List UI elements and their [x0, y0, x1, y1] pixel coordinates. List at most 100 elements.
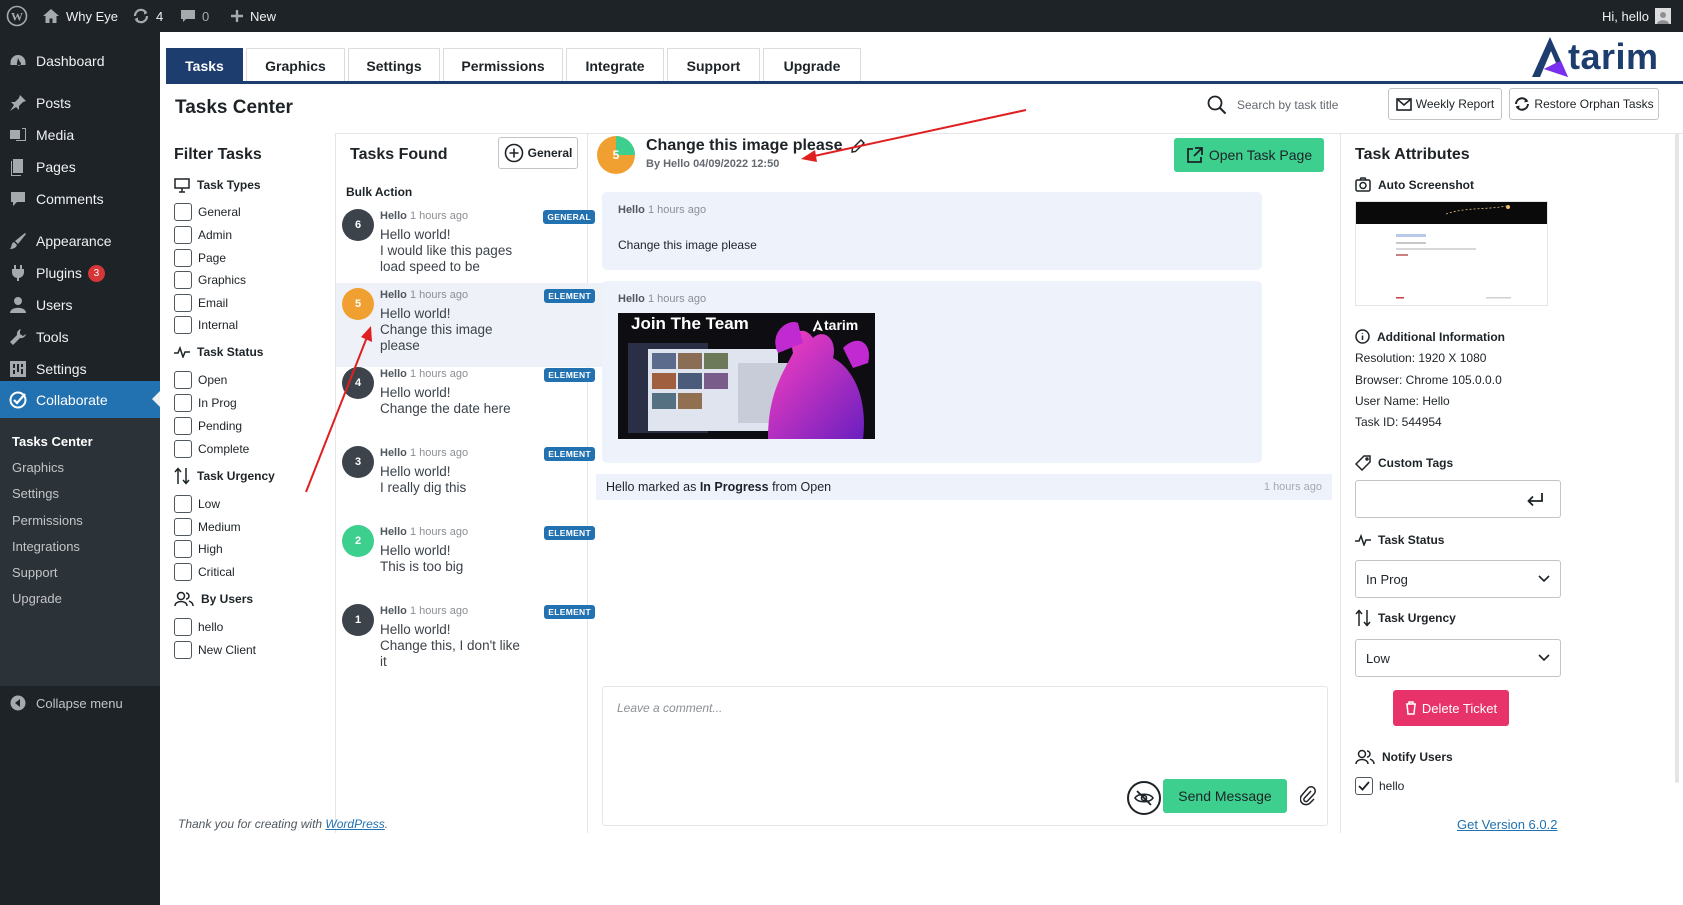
site-name-link[interactable]: Why Eye: [42, 0, 118, 32]
paperclip-icon[interactable]: [1300, 786, 1316, 806]
filter-user-new-client[interactable]: New Client: [174, 641, 256, 659]
sidebar-item-users[interactable]: Users: [0, 288, 160, 322]
task-list-item[interactable]: 3 Hello 1 hours ago ELEMENT Hello world! I r…: [336, 441, 605, 525]
sidebar-item-media[interactable]: Media: [0, 118, 160, 152]
comments-link[interactable]: 0: [180, 0, 209, 32]
task-types-heading: Task Types: [174, 177, 261, 193]
send-message-button[interactable]: Send Message: [1163, 779, 1287, 813]
filter-urgency-low[interactable]: Low: [174, 495, 220, 513]
sidebar-item-tools[interactable]: Tools: [0, 320, 160, 354]
tab-support[interactable]: Support: [667, 48, 760, 82]
checkbox[interactable]: [174, 563, 192, 581]
filter-type-graphics[interactable]: Graphics: [174, 271, 246, 289]
filter-status-in-prog[interactable]: In Prog: [174, 394, 237, 412]
submenu-graphics[interactable]: Graphics: [12, 460, 64, 475]
checkbox[interactable]: [174, 249, 192, 267]
filter-user-hello[interactable]: hello: [174, 618, 223, 636]
task-number-avatar: 3: [342, 446, 374, 478]
sidebar-item-appearance[interactable]: Appearance: [0, 224, 160, 258]
checkbox[interactable]: [174, 417, 192, 435]
submenu-integrations[interactable]: Integrations: [12, 539, 80, 554]
tab-tasks[interactable]: Tasks: [166, 48, 243, 82]
private-toggle-button[interactable]: [1127, 781, 1161, 815]
notify-user-hello[interactable]: hello: [1355, 777, 1404, 795]
delete-ticket-button[interactable]: Delete Ticket: [1393, 690, 1509, 726]
filter-urgency-critical[interactable]: Critical: [174, 563, 235, 581]
add-general-task-button[interactable]: General: [498, 137, 578, 169]
tab-graphics[interactable]: Graphics: [246, 48, 345, 82]
filter-type-general[interactable]: General: [174, 203, 241, 221]
checkbox[interactable]: [174, 316, 192, 334]
checkbox[interactable]: [174, 226, 192, 244]
wordpress-link[interactable]: WordPress: [325, 817, 384, 831]
task-list-item[interactable]: 5 Hello 1 hours ago ELEMENT Hello world! Cha…: [336, 283, 605, 367]
new-content-link[interactable]: New: [230, 0, 276, 32]
sidebar-item-label: Users: [36, 297, 73, 313]
filter-type-admin[interactable]: Admin: [174, 226, 232, 244]
task-number: 6: [354, 219, 362, 231]
checkbox[interactable]: [174, 294, 192, 312]
bulk-action-link[interactable]: Bulk Action: [346, 185, 412, 199]
my-account-link[interactable]: Hi, hello: [1602, 0, 1671, 32]
checkbox[interactable]: [174, 203, 192, 221]
checkbox[interactable]: [174, 518, 192, 536]
search-input[interactable]: Search by task title: [1237, 98, 1338, 112]
filter-urgency-high[interactable]: High: [174, 540, 223, 558]
open-task-page-button[interactable]: Open Task Page: [1174, 138, 1324, 172]
checkbox[interactable]: [174, 440, 192, 458]
filter-status-open[interactable]: Open: [174, 371, 227, 389]
submenu-settings[interactable]: Settings: [12, 486, 59, 501]
filter-urgency-medium[interactable]: Medium: [174, 518, 241, 536]
task-list-item[interactable]: 2 Hello 1 hours ago ELEMENT Hello world! Thi…: [336, 520, 605, 604]
auto-screenshot-thumbnail[interactable]: [1355, 201, 1548, 306]
sidebar-item-comments[interactable]: Comments: [0, 182, 160, 216]
checkbox[interactable]: [174, 271, 192, 289]
sidebar-item-collaborate[interactable]: Collaborate: [0, 381, 160, 418]
submenu-tasks-center[interactable]: Tasks Center: [12, 434, 93, 449]
task-line-1: Hello world!: [380, 306, 451, 321]
checkbox[interactable]: [174, 641, 192, 659]
comment-box[interactable]: Leave a comment... Send Message: [602, 686, 1328, 826]
submenu-upgrade[interactable]: Upgrade: [12, 591, 62, 606]
sidebar-item-dashboard[interactable]: Dashboard: [0, 44, 160, 78]
checkbox-checked[interactable]: [1355, 777, 1373, 795]
scrollbar[interactable]: [1675, 133, 1679, 783]
collapse-menu-button[interactable]: Collapse menu: [0, 686, 160, 720]
custom-tags-input[interactable]: [1355, 480, 1561, 518]
updates-link[interactable]: 4: [132, 0, 163, 32]
submenu-support[interactable]: Support: [12, 565, 58, 580]
weekly-report-button[interactable]: Weekly Report: [1388, 88, 1502, 120]
checkbox[interactable]: [174, 618, 192, 636]
task-list-item[interactable]: 4 Hello 1 hours ago ELEMENT Hello world! Cha…: [336, 362, 605, 446]
info-task-id: Task ID: 544954: [1355, 415, 1442, 429]
checkbox[interactable]: [174, 371, 192, 389]
checkbox[interactable]: [174, 394, 192, 412]
filter-type-page[interactable]: Page: [174, 249, 226, 267]
task-urgency-select[interactable]: Low: [1355, 639, 1561, 677]
checkbox-label: Internal: [198, 318, 239, 332]
task-list-item[interactable]: 6 Hello 1 hours ago GENERAL Hello world! I w…: [336, 204, 605, 288]
task-status-select[interactable]: In Prog: [1355, 560, 1561, 598]
message-image-attachment[interactable]: Join The Team tarim: [618, 313, 875, 439]
wordpress-logo-icon[interactable]: W: [6, 0, 28, 32]
submenu-permissions[interactable]: Permissions: [12, 513, 83, 528]
filter-status-complete[interactable]: Complete: [174, 440, 249, 458]
tab-permissions[interactable]: Permissions: [443, 48, 563, 82]
filter-type-internal[interactable]: Internal: [174, 316, 238, 334]
checkbox[interactable]: [174, 540, 192, 558]
enter-icon[interactable]: [1526, 492, 1544, 508]
tab-upgrade[interactable]: Upgrade: [763, 48, 861, 82]
filter-status-pending[interactable]: Pending: [174, 417, 242, 435]
checkbox[interactable]: [174, 495, 192, 513]
comment-input[interactable]: Leave a comment...: [617, 701, 722, 715]
pencil-icon[interactable]: [850, 139, 865, 153]
sidebar-item-posts[interactable]: Posts: [0, 86, 160, 120]
tab-integrate[interactable]: Integrate: [566, 48, 664, 82]
tab-settings[interactable]: Settings: [348, 48, 440, 82]
task-list-item[interactable]: 1 Hello 1 hours ago ELEMENT Hello world! Cha…: [336, 599, 605, 683]
sidebar-item-plugins[interactable]: Plugins 3: [0, 256, 160, 290]
sidebar-item-pages[interactable]: Pages: [0, 150, 160, 184]
filter-type-email[interactable]: Email: [174, 294, 228, 312]
restore-orphan-tasks-button[interactable]: Restore Orphan Tasks: [1509, 88, 1659, 120]
get-version-link[interactable]: Get Version 6.0.2: [1457, 817, 1557, 832]
